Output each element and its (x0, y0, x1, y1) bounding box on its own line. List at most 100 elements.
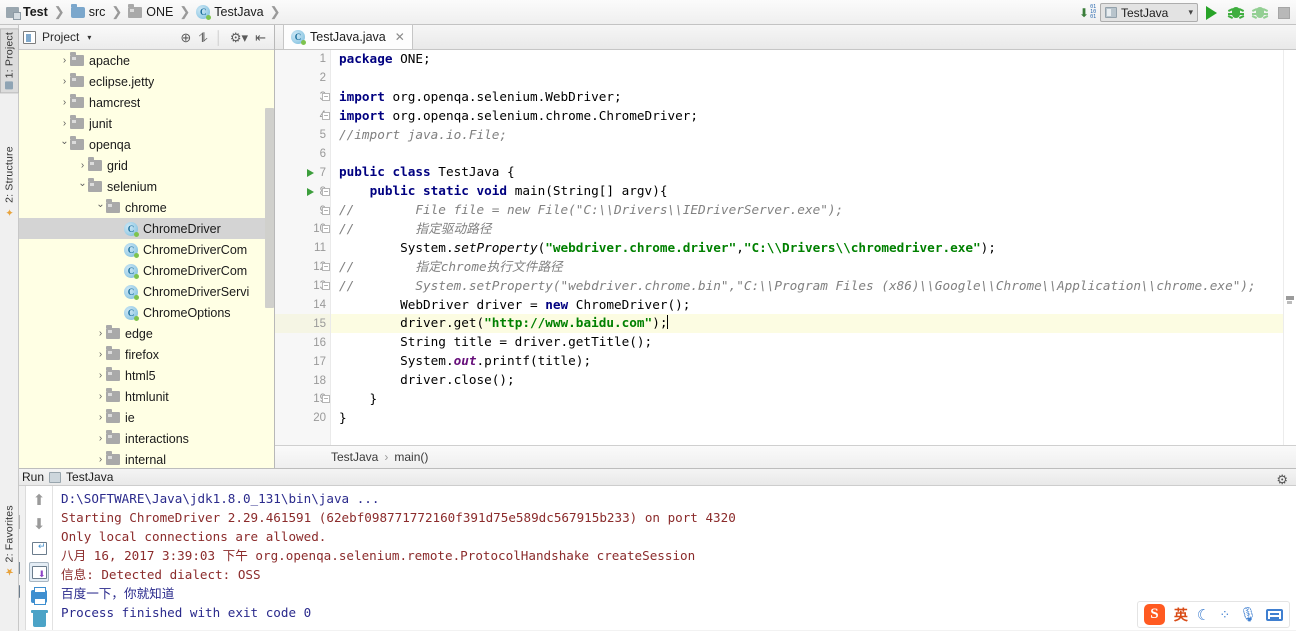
tree-node-chromedrivercom[interactable]: C ChromeDriverCom (19, 239, 274, 260)
keyboard-icon[interactable] (1266, 608, 1283, 621)
breadcrumb-item-testjava[interactable]: C TestJava (194, 5, 265, 20)
code-line[interactable]: System.setProperty("webdriver.chrome.dri… (331, 239, 1296, 258)
tree-node-selenium[interactable]: selenium (19, 176, 274, 197)
code-line[interactable]: //import java.io.File; (331, 126, 1296, 145)
code-line[interactable]: import org.openqa.selenium.chrome.Chrome… (331, 107, 1296, 126)
tree-node-hamcrest[interactable]: hamcrest (19, 92, 274, 113)
tree-node-htmlunit[interactable]: htmlunit (19, 386, 274, 407)
chevron-right-icon[interactable] (77, 160, 88, 171)
gutter-line[interactable]: 1 (275, 50, 330, 69)
code-line[interactable]: // 指定chrome执行文件路径 (331, 258, 1296, 277)
settings-icon[interactable]: ⚙▾ (230, 31, 248, 44)
breadcrumb-item-test[interactable]: Test (4, 5, 50, 20)
down-button[interactable]: ⬇ (29, 514, 49, 534)
tree-node-chromedrivercom[interactable]: C ChromeDriverCom (19, 260, 274, 281)
chevron-down-icon[interactable] (77, 181, 88, 192)
gutter-line[interactable]: 20 (275, 409, 330, 428)
gutter-line[interactable]: 7 (275, 163, 330, 182)
code-line[interactable]: driver.close(); (331, 371, 1296, 390)
breadcrumb-class[interactable]: TestJava (331, 450, 378, 464)
chevron-right-icon[interactable] (59, 97, 70, 108)
fold-marker-icon[interactable]: − (322, 187, 330, 196)
gutter-line[interactable]: 4− (275, 107, 330, 126)
tree-node-ie[interactable]: ie (19, 407, 274, 428)
tree-node-firefox[interactable]: firefox (19, 344, 274, 365)
code-line[interactable]: import org.openqa.selenium.WebDriver; (331, 88, 1296, 107)
gutter-line[interactable]: 12− (275, 258, 330, 277)
scroll-to-end-button[interactable] (29, 562, 49, 582)
stop-button[interactable] (1273, 2, 1294, 23)
tree-node-internal[interactable]: internal (19, 449, 274, 468)
chevron-right-icon[interactable] (95, 433, 106, 444)
run-gutter-icon[interactable] (307, 187, 314, 196)
chevron-right-icon[interactable] (95, 454, 106, 465)
project-tree[interactable]: apache eclipse.jetty hamcrest junit openqa gr… (19, 50, 274, 468)
debug-button[interactable] (1225, 2, 1246, 23)
tree-node-chromedriverservi[interactable]: C ChromeDriverServi (19, 281, 274, 302)
tree-node-grid[interactable]: grid (19, 155, 274, 176)
gutter-line[interactable]: 13− (275, 277, 330, 296)
code-line[interactable]: // System.setProperty("webdriver.chrome.… (331, 277, 1296, 296)
chevron-right-icon[interactable] (95, 391, 106, 402)
code-line[interactable]: } (331, 390, 1296, 409)
chevron-right-icon[interactable] (59, 118, 70, 129)
collapse-all-icon[interactable]: ⥮ (198, 31, 207, 44)
soft-wrap-button[interactable] (29, 538, 49, 558)
gutter-line[interactable]: 6 (275, 144, 330, 163)
sidebar-item-project[interactable]: 1: Project (0, 28, 19, 94)
numeric-sort-icon[interactable]: ⬇ 01 10 01 (1079, 4, 1097, 21)
gutter-line[interactable]: 5 (275, 126, 330, 145)
gutter-line[interactable]: 18 (275, 371, 330, 390)
chevron-right-icon[interactable] (59, 76, 70, 87)
code-line[interactable]: } (331, 409, 1296, 428)
fold-marker-icon[interactable]: − (322, 225, 330, 234)
tree-node-openqa[interactable]: openqa (19, 134, 274, 155)
fold-marker-icon[interactable]: − (322, 112, 330, 121)
microphone-icon[interactable]: 🎙 (1239, 606, 1257, 623)
coverage-button[interactable] (1249, 2, 1270, 23)
gutter-line[interactable]: 10− (275, 220, 330, 239)
chevron-right-icon[interactable] (59, 55, 70, 66)
tree-node-chromedriver[interactable]: C ChromeDriver (19, 218, 274, 239)
code-line[interactable]: System.out.printf(title); (331, 352, 1296, 371)
run-gutter-icon[interactable] (307, 168, 314, 177)
chevron-down-icon[interactable] (59, 139, 70, 150)
code-line[interactable] (331, 144, 1296, 163)
tree-node-eclipse-jetty[interactable]: eclipse.jetty (19, 71, 274, 92)
sogou-logo-icon[interactable]: S (1143, 604, 1165, 625)
fold-marker-icon[interactable]: − (322, 395, 330, 404)
breadcrumb-item-one[interactable]: ONE (126, 3, 175, 19)
code-line[interactable]: driver.get("http://www.baidu.com"); (331, 314, 1296, 334)
code-line[interactable]: String title = driver.getTitle(); (331, 333, 1296, 352)
code-line[interactable]: public class TestJava { (331, 163, 1296, 182)
chevron-right-icon[interactable] (95, 349, 106, 360)
code-line[interactable]: WebDriver driver = new ChromeDriver(); (331, 296, 1296, 315)
code-line[interactable]: // 指定驱动路径 (331, 220, 1296, 239)
gutter-line[interactable]: 17 (275, 352, 330, 371)
breadcrumb-item-src[interactable]: src (69, 3, 108, 19)
tree-node-edge[interactable]: edge (19, 323, 274, 344)
gutter-line[interactable]: 15 (275, 314, 330, 334)
fold-marker-icon[interactable]: − (322, 263, 330, 272)
moon-icon[interactable]: ☾ (1197, 606, 1210, 624)
gutter-line[interactable]: 11 (275, 239, 330, 258)
gutter-line[interactable]: 2 (275, 69, 330, 88)
gutter-line[interactable]: 3− (275, 88, 330, 107)
sidebar-item-favorites[interactable]: ★ 2: Favorites (0, 502, 19, 579)
sidebar-item-structure[interactable]: ✦ 2: Structure (0, 143, 19, 220)
chevron-right-icon[interactable] (95, 370, 106, 381)
locate-icon[interactable]: ⊕ (180, 31, 191, 44)
tree-node-html5[interactable]: html5 (19, 365, 274, 386)
gutter-line[interactable]: 14 (275, 296, 330, 315)
run-configuration-selector[interactable]: TestJava ▾ (1100, 3, 1198, 22)
code-area[interactable]: package ONE; import org.openqa.selenium.W… (331, 50, 1296, 445)
tree-node-chromeoptions[interactable]: C ChromeOptions (19, 302, 274, 323)
code-line[interactable]: package ONE; (331, 50, 1296, 69)
gutter-line[interactable]: 9− (275, 201, 330, 220)
fold-marker-icon[interactable]: − (322, 206, 330, 215)
ime-mode-label[interactable]: 英 (1174, 605, 1188, 625)
chevron-down-icon[interactable]: ▾ (87, 33, 91, 42)
editor-gutter[interactable]: 1 2 3−4− 5 6 7 8−9−10− 11 12−13− 14 15 16 17 18 19− 20 (275, 50, 331, 445)
code-line[interactable] (331, 69, 1296, 88)
fold-marker-icon[interactable]: − (322, 282, 330, 291)
